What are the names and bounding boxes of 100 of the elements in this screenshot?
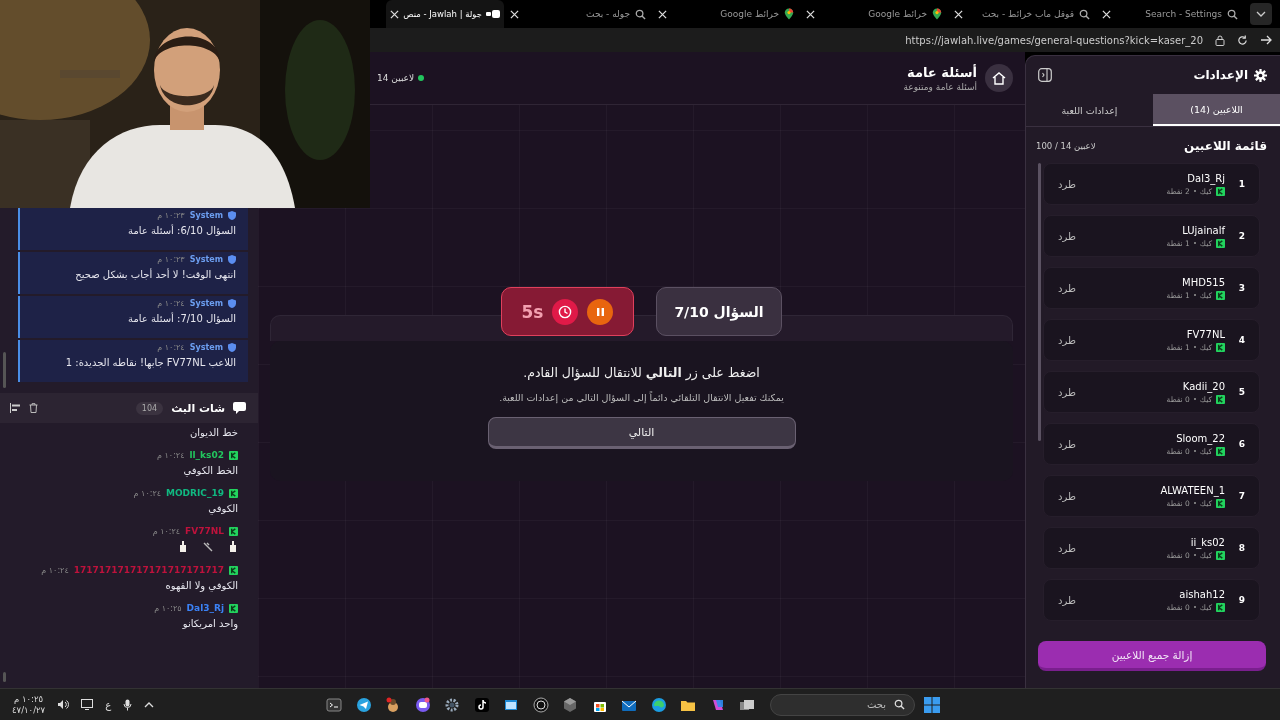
microphone-icon[interactable] [123,698,133,711]
message-text: انتهى الوقت! لا أحد أجاب بشكل صحيح [74,269,236,280]
emoji-drawing [178,541,238,553]
shield-icon [228,299,236,308]
shield-icon [228,255,236,264]
game-subtitle: أسئلة عامة ومتنوعة [903,81,977,92]
chevron-up-icon[interactable] [144,701,155,708]
shield-icon [228,343,236,352]
kick-button[interactable]: طرد [1058,490,1076,502]
player-name: Sloom_22 [1175,432,1225,444]
platform-icon [1216,394,1225,404]
panel-title: الإعدادات [1193,68,1248,82]
message-time: ١٠:٢٤ م [41,565,69,575]
kick-button[interactable]: طرد [1058,230,1076,242]
address-field[interactable]: https://jawlah.live/games/general-questions?kick=kaser_20 [905,34,1203,46]
kick-button[interactable]: طرد [1058,282,1076,294]
platform-icon [1216,550,1225,560]
player-rank: 3 [1237,283,1247,293]
timer-seconds: 5s [521,301,544,322]
sender-name: System [189,211,223,220]
browser-tab[interactable]: خرائط Google [652,0,800,28]
close-icon[interactable] [806,9,815,19]
kick-button[interactable]: طرد [1058,438,1076,450]
pause-button[interactable] [587,298,614,325]
username: FV77NL [185,526,224,536]
player-name: Dal3_Rj [1186,172,1225,184]
browser-tab[interactable]: خرائط Google [800,0,948,28]
message-text: الكوفي [207,503,238,514]
close-icon[interactable] [510,9,519,19]
language-indicator[interactable]: ع [105,699,112,710]
player-name: aishah12 [1178,588,1225,600]
browser-tab[interactable]: Search - Settings [1096,0,1244,28]
question-counter: السؤال 7/10 [656,287,782,336]
gear-icon[interactable] [444,696,461,713]
collapse-panel-icon[interactable] [1038,68,1052,82]
player-name: LUjainalf [1181,224,1225,236]
message-text: الخط الكوفي [182,465,238,476]
browser-tab[interactable]: جوله - بحث [504,0,652,28]
player-name: MHD515 [1181,276,1225,288]
player-count: 14 لاعبين [377,73,415,83]
kick-button[interactable]: طرد [1058,542,1076,554]
align-icon[interactable] [10,403,21,413]
kick-button[interactable]: طرد [1058,386,1076,398]
message-text: السؤال 7/10: أسئلة عامة [127,313,236,324]
player-name: ii_ks02 [1189,536,1225,548]
hint-text: يمكنك تفعيل الانتقال التلقائي دائماً إلى السؤال التالي من إعدادات اللعبة. [499,392,784,403]
reload-icon[interactable] [1237,34,1248,46]
cube-icon[interactable] [562,696,579,713]
browser-tab[interactable]: جولة | Jawlah - منص [386,0,504,28]
list-title: قائمة اللاعبين [1184,139,1267,153]
message-text: السؤال 6/10: أسئلة عامة [127,225,236,236]
message-time: ١٠:٢٣ م [157,255,185,264]
close-icon[interactable] [658,9,667,19]
message-time: ١٠:٢٥ م [154,603,182,613]
player-rank: 8 [1237,543,1247,553]
sender-name: System [189,299,223,308]
remove-all-button[interactable]: إزالة جميع اللاعبين [1038,641,1266,671]
message-time: ١٠:٢٤ م [157,299,185,308]
kick-button[interactable]: طرد [1058,334,1076,346]
trash-icon[interactable] [29,403,38,413]
kick-button[interactable]: طرد [1058,594,1076,606]
platform-icon [1216,446,1225,456]
browser-icon[interactable] [650,696,667,713]
terminal-icon[interactable] [326,696,343,713]
close-icon[interactable] [390,9,400,19]
chevron-down-icon[interactable] [1256,11,1266,17]
platform-icon [1216,238,1225,248]
platform-icon [1216,342,1225,352]
speaker-icon[interactable] [57,699,70,710]
ring-icon[interactable] [532,696,549,713]
game-title: أسئلة عامة [906,64,977,80]
browser-tab[interactable]: قوقل ماب خرائط - بحث [948,0,1096,28]
close-icon[interactable] [1102,9,1111,19]
settings-tab[interactable]: اللاعبين (14) [1153,94,1280,126]
forward-icon[interactable] [1260,35,1272,45]
player-rank: 1 [1237,179,1247,189]
monitor-icon[interactable] [81,699,94,710]
home-button[interactable] [985,64,1013,92]
platform-icon [229,526,238,536]
taskbar-search-field[interactable]: بحث [770,693,915,716]
player-name: ALWATEEN_1 [1160,484,1225,496]
player-capacity: 100 / 14 لاعبين [1036,141,1096,151]
paper-plane-icon[interactable] [355,696,372,713]
settings-tab[interactable]: إعدادات اللعبة [1026,94,1153,126]
platform-icon [229,603,238,613]
player-name: Kadii_20 [1181,380,1225,392]
online-dot [418,75,425,81]
chat-bubble-icon[interactable] [414,696,431,713]
shield-icon [228,211,236,220]
platform-icon [1216,498,1225,508]
next-button[interactable]: التالي [487,417,796,449]
platform-icon [1216,186,1225,196]
message-text: واحد امريكانو [181,618,238,629]
settings-icon [1254,68,1267,82]
clock-text[interactable]: ١٠:٢٥ م ٤٧/١٠/٢٧ [12,693,46,716]
close-icon[interactable] [954,9,963,19]
player-rank: 2 [1237,231,1247,241]
music-note-icon[interactable] [473,696,490,713]
kick-button[interactable]: طرد [1058,178,1076,190]
message-time: ١٠:٢٣ م [157,211,185,220]
